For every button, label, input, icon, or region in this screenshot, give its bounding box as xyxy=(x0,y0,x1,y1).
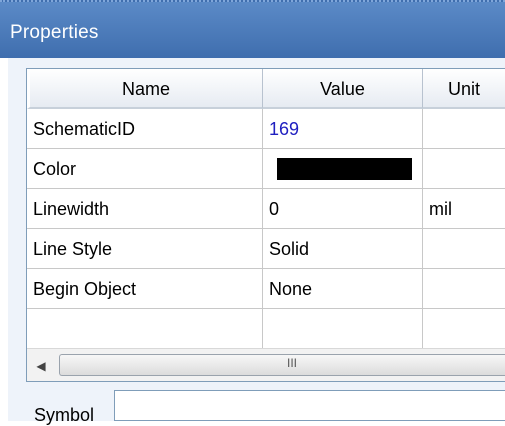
property-name: SchematicID xyxy=(27,109,263,149)
table-row[interactable]: SchematicID 169 xyxy=(27,109,505,149)
property-grid: Name Value Unit SchematicID 169 Color Li… xyxy=(26,68,505,382)
property-unit: mil xyxy=(423,189,505,229)
table-row[interactable]: Color xyxy=(27,149,505,189)
property-name: Begin Object xyxy=(27,269,263,309)
property-unit xyxy=(423,149,505,189)
property-name: Line Style xyxy=(27,229,263,269)
property-value[interactable]: 169 xyxy=(263,109,423,149)
property-unit xyxy=(423,269,505,309)
property-value[interactable]: None xyxy=(263,269,423,309)
property-name: Color xyxy=(27,149,263,189)
property-name: Linewidth xyxy=(27,189,263,229)
property-name xyxy=(27,309,263,349)
property-value[interactable] xyxy=(263,149,423,189)
property-unit xyxy=(423,229,505,269)
properties-panel: Name Value Unit SchematicID 169 Color Li… xyxy=(8,58,505,425)
column-header-name[interactable]: Name xyxy=(27,69,263,109)
property-value[interactable] xyxy=(263,309,423,349)
table-row[interactable]: Linewidth 0 mil xyxy=(27,189,505,229)
symbol-input[interactable] xyxy=(114,390,505,421)
table-row[interactable]: Begin Object None xyxy=(27,269,505,309)
properties-title-bar: Properties xyxy=(0,0,505,58)
column-header-unit[interactable]: Unit xyxy=(423,69,505,109)
horizontal-scrollbar[interactable]: ◀ III xyxy=(27,348,505,381)
property-unit xyxy=(423,309,505,349)
property-unit xyxy=(423,109,505,149)
property-value[interactable]: 0 xyxy=(263,189,423,229)
table-row[interactable]: Line Style Solid xyxy=(27,229,505,269)
grid-header-row: Name Value Unit xyxy=(27,69,505,109)
panel-title: Properties xyxy=(10,22,99,43)
color-swatch[interactable] xyxy=(277,158,412,180)
column-header-value[interactable]: Value xyxy=(263,69,423,109)
table-row[interactable] xyxy=(27,309,505,349)
property-value[interactable]: Solid xyxy=(263,229,423,269)
grip-icon: III xyxy=(287,356,298,370)
symbol-label: Symbol xyxy=(34,405,95,425)
scroll-left-icon[interactable]: ◀ xyxy=(31,357,51,375)
scrollbar-thumb[interactable]: III xyxy=(59,354,505,376)
